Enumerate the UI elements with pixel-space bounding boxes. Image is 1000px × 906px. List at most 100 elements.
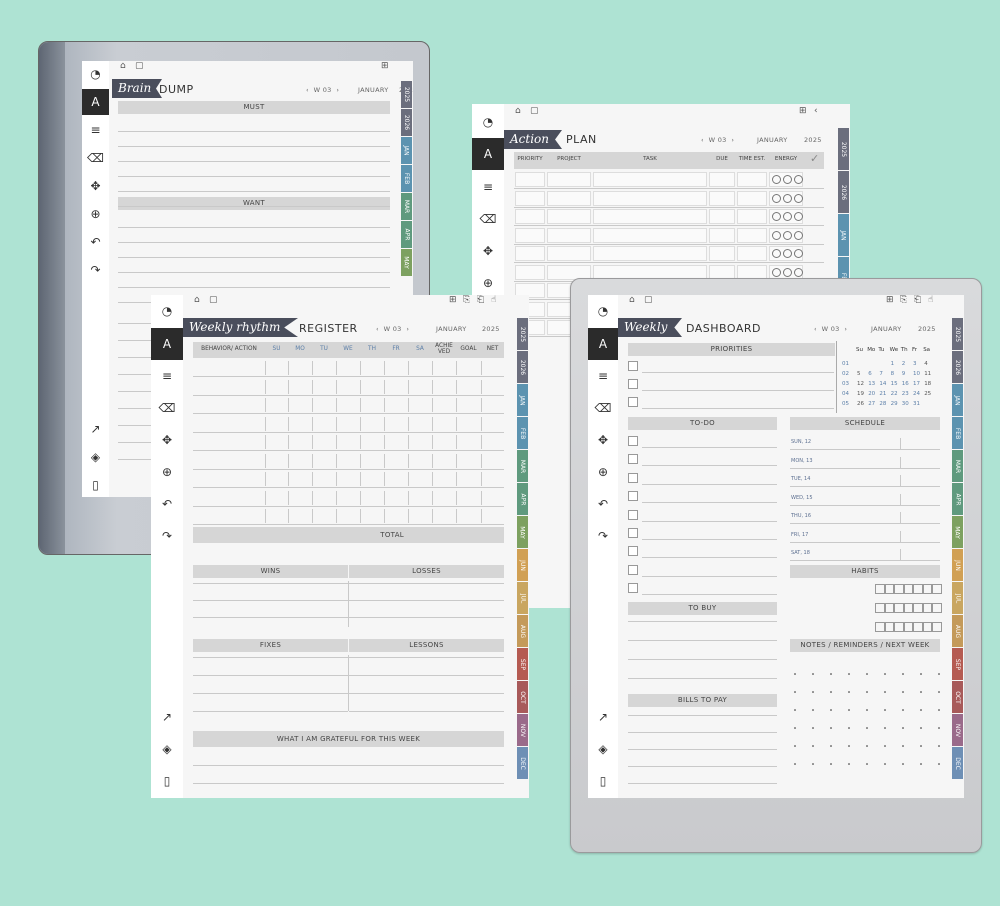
- habit-cell[interactable]: [875, 584, 885, 594]
- energy-face-icon[interactable]: [783, 230, 792, 240]
- habit-cell[interactable]: [932, 603, 942, 613]
- priority-checkbox[interactable]: [628, 361, 638, 371]
- writing-line[interactable]: [349, 583, 504, 584]
- export-icon[interactable]: ↗: [82, 416, 109, 442]
- menu-icon[interactable]: ≡: [588, 363, 618, 389]
- row-line[interactable]: [514, 225, 824, 226]
- habit-cell[interactable]: [884, 603, 894, 613]
- calendar-day[interactable]: 19: [857, 391, 864, 397]
- writing-line[interactable]: [628, 659, 777, 660]
- todo-checkbox[interactable]: [628, 546, 638, 557]
- writing-line[interactable]: [349, 657, 504, 658]
- writing-line[interactable]: [193, 765, 504, 766]
- writing-line[interactable]: [642, 575, 777, 577]
- habit-cell[interactable]: [903, 584, 913, 594]
- calendar-day[interactable]: 11: [924, 371, 931, 377]
- todo-checkbox[interactable]: [628, 454, 638, 465]
- habit-cell[interactable]: [894, 603, 904, 613]
- redo-icon[interactable]: ↷: [588, 523, 618, 549]
- calendar-day[interactable]: 2: [902, 361, 906, 367]
- habit-cell[interactable]: [922, 622, 932, 632]
- week-nav[interactable]: ‹ W 03 ›: [376, 325, 409, 333]
- doc-add-icon[interactable]: ⎘: [900, 295, 907, 305]
- table-cell[interactable]: [709, 172, 735, 187]
- writing-line[interactable]: [118, 227, 390, 228]
- row-line[interactable]: [193, 505, 504, 507]
- grid-icon[interactable]: ⊞: [381, 61, 389, 71]
- writing-line[interactable]: [642, 408, 834, 409]
- calendar-day[interactable]: 22: [891, 391, 898, 397]
- week-nav[interactable]: ‹ W 03 ›: [701, 136, 734, 144]
- writing-line[interactable]: [628, 783, 777, 784]
- row-line[interactable]: [193, 524, 504, 525]
- month-tab[interactable]: MAY: [952, 516, 963, 548]
- writing-line[interactable]: [642, 483, 777, 485]
- table-cell[interactable]: [709, 209, 735, 224]
- writing-line[interactable]: [349, 711, 504, 712]
- redo-icon[interactable]: ↷: [151, 523, 183, 549]
- doc-edit-icon[interactable]: ⎗: [477, 295, 484, 305]
- table-cell[interactable]: [737, 246, 767, 261]
- writing-line[interactable]: [193, 783, 504, 784]
- table-cell[interactable]: [547, 246, 591, 261]
- energy-face-icon[interactable]: [794, 193, 803, 203]
- eraser-icon[interactable]: ⌫: [588, 395, 618, 421]
- energy-face-icon[interactable]: [783, 267, 792, 277]
- calendar-week-num[interactable]: 02: [842, 371, 849, 377]
- writing-line[interactable]: [349, 693, 504, 694]
- redo-icon[interactable]: ↷: [82, 257, 109, 283]
- calendar-day[interactable]: 20: [868, 391, 875, 397]
- calendar-day[interactable]: 6: [868, 371, 872, 377]
- calendar-day[interactable]: 27: [868, 401, 875, 407]
- home-icon[interactable]: ⌂: [515, 106, 521, 116]
- clock-icon[interactable]: ◔: [472, 109, 504, 135]
- pages-icon[interactable]: ▯: [82, 472, 109, 497]
- table-cell[interactable]: [515, 246, 545, 261]
- habit-cell[interactable]: [875, 622, 885, 632]
- calendar-day[interactable]: 17: [913, 381, 920, 387]
- writing-line[interactable]: [193, 657, 348, 658]
- calendar-day[interactable]: 10: [913, 371, 920, 377]
- writing-line[interactable]: [642, 594, 777, 596]
- thumb-icon[interactable]: ☝: [491, 295, 496, 305]
- doc-icon[interactable]: ▢: [530, 106, 539, 116]
- menu-icon[interactable]: ≡: [82, 117, 109, 143]
- export-icon[interactable]: ↗: [151, 704, 183, 730]
- eraser-icon[interactable]: ⌫: [472, 206, 504, 232]
- undo-icon[interactable]: ↶: [151, 491, 183, 517]
- row-line[interactable]: [193, 394, 504, 396]
- writing-line[interactable]: [790, 449, 940, 450]
- month-tab[interactable]: APR: [517, 483, 528, 515]
- table-cell[interactable]: [593, 190, 707, 206]
- energy-face-icon[interactable]: [772, 212, 781, 221]
- week-nav[interactable]: ‹ W 03 ›: [814, 325, 847, 333]
- writing-line[interactable]: [118, 161, 390, 162]
- month-tab[interactable]: MAY: [401, 249, 412, 276]
- habit-cell[interactable]: [913, 584, 923, 594]
- table-cell[interactable]: [515, 227, 545, 243]
- todo-checkbox[interactable]: [628, 436, 638, 446]
- writing-line[interactable]: [642, 520, 777, 522]
- table-cell[interactable]: [737, 227, 767, 243]
- table-cell[interactable]: [593, 227, 707, 243]
- habit-cell[interactable]: [903, 622, 913, 632]
- writing-line[interactable]: [628, 749, 777, 750]
- month-tab[interactable]: AUG: [517, 615, 528, 647]
- month-tab[interactable]: 2026: [952, 351, 963, 383]
- zoom-icon[interactable]: ⊕: [151, 459, 183, 485]
- doc-icon[interactable]: ▢: [644, 295, 653, 305]
- month-tab[interactable]: JUN: [517, 549, 528, 581]
- calendar-day[interactable]: 31: [913, 401, 920, 407]
- writing-line[interactable]: [790, 560, 940, 561]
- layers-icon[interactable]: ◈: [82, 444, 109, 470]
- energy-face-icon[interactable]: [783, 212, 792, 221]
- clock-icon[interactable]: ◔: [151, 298, 183, 324]
- menu-icon[interactable]: ≡: [472, 174, 504, 200]
- calendar-day[interactable]: 14: [879, 381, 886, 387]
- priority-checkbox[interactable]: [628, 397, 638, 407]
- calendar-day[interactable]: 9: [902, 371, 906, 377]
- week-nav[interactable]: ‹ W 03 ›: [306, 86, 339, 94]
- month-tab[interactable]: DEC: [517, 747, 528, 779]
- calendar-day[interactable]: 18: [924, 381, 931, 387]
- calendar-day[interactable]: 30: [902, 401, 909, 407]
